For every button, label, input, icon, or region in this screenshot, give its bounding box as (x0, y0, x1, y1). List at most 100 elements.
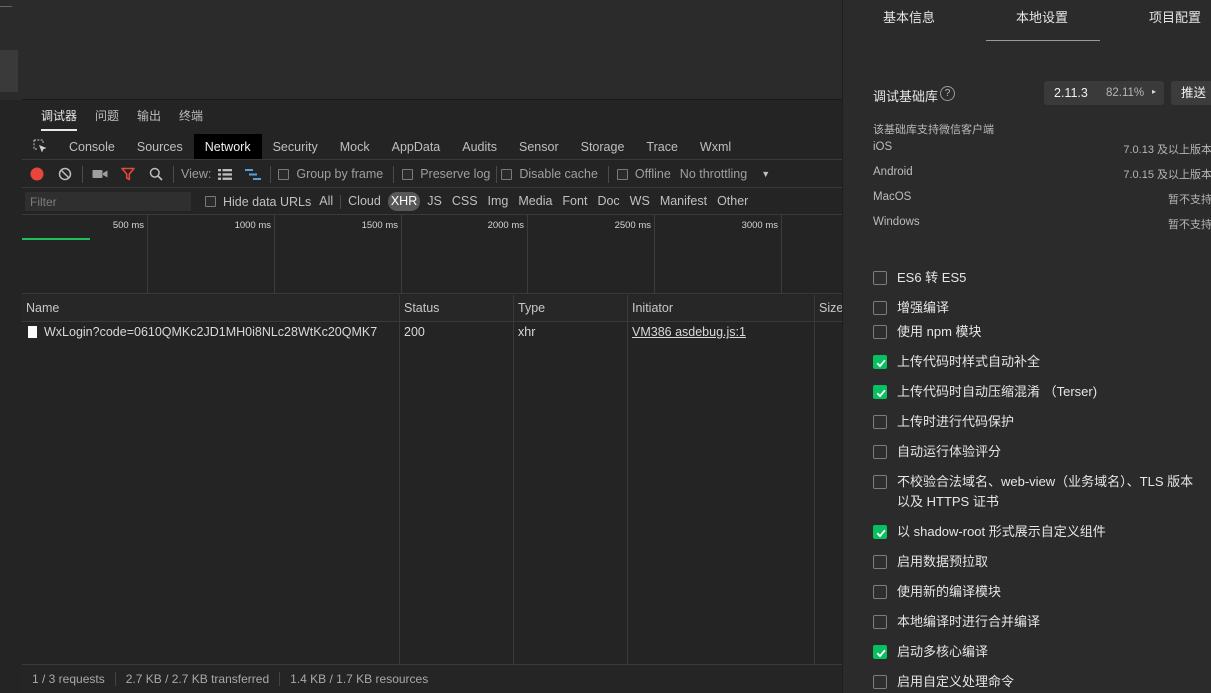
tab-sources[interactable]: Sources (126, 134, 194, 159)
tab-trace[interactable]: Trace (635, 134, 689, 159)
checkbox-checked[interactable] (873, 525, 887, 539)
filter-toggle-button[interactable] (114, 161, 142, 188)
tab-debugger[interactable]: 调试器 (32, 100, 86, 133)
checkbox-unchecked[interactable] (873, 301, 887, 315)
tab-basic-info[interactable]: 基本信息 (883, 0, 935, 40)
clear-button[interactable] (51, 161, 79, 188)
tab-problems[interactable]: 问题 (86, 100, 128, 133)
type-filter-manifest[interactable]: Manifest (657, 192, 710, 211)
checkbox-unchecked[interactable] (873, 675, 887, 689)
waterfall-view-button[interactable] (239, 161, 267, 188)
inspect-element-button[interactable] (22, 134, 58, 159)
active-tab-indicator (986, 40, 1100, 41)
tab-terminal[interactable]: 终端 (170, 100, 212, 133)
debug-lib-label: 调试基础库 (873, 89, 939, 104)
type-filter-other[interactable]: Other (714, 192, 751, 211)
checkbox-unchecked[interactable] (873, 615, 887, 629)
column-divider[interactable] (627, 295, 628, 664)
tab-console[interactable]: Console (58, 134, 126, 159)
os-support-value: 暂不支持 (1168, 219, 1211, 231)
overview-request-bar (22, 238, 90, 240)
help-icon[interactable]: ? (940, 86, 955, 101)
overview-tick-label: 3000 ms (741, 220, 778, 231)
tab-security[interactable]: Security (262, 134, 329, 159)
type-filter-cloud[interactable]: Cloud (345, 192, 384, 211)
checkbox-unchecked[interactable] (873, 445, 887, 459)
checkbox-unchecked[interactable] (873, 271, 887, 285)
push-button[interactable]: 推送 (1171, 81, 1211, 105)
overview-tick-label: 500 ms (112, 220, 144, 231)
filter-bar: Hide data URLs All Cloud XHR JS CSS Img … (22, 189, 842, 214)
debug-lib-version: 2.11.3 (1054, 86, 1088, 100)
large-rows-button[interactable] (211, 161, 239, 188)
checkbox-checked[interactable] (873, 645, 887, 659)
tab-audits[interactable]: Audits (451, 134, 508, 159)
group-by-frame-checkbox[interactable]: Group by frame (278, 167, 383, 181)
request-initiator-link[interactable]: VM386 asdebug.js:1 (632, 325, 746, 339)
offline-label: Offline (634, 167, 671, 181)
table-row[interactable]: WxLogin?code=0610QMKc2JD1MH0i8NLc28WtKc2… (22, 322, 842, 342)
network-overview[interactable]: 500 ms 1000 ms 1500 ms 2000 ms 2500 ms 3… (22, 214, 842, 294)
checkbox-unchecked[interactable] (873, 555, 887, 569)
tab-local-settings[interactable]: 本地设置 (1016, 0, 1068, 40)
column-header-size[interactable]: Size (815, 295, 842, 322)
type-filter-css[interactable]: CSS (449, 192, 481, 211)
tab-appdata[interactable]: AppData (381, 134, 452, 159)
request-name-cell: WxLogin?code=0610QMKc2JD1MH0i8NLc28WtKc2… (24, 322, 398, 342)
devtools-area: 调试器 问题 输出 终端 Console Sources Network Sec… (0, 0, 842, 693)
offline-checkbox[interactable]: Offline (616, 167, 671, 181)
throttling-select[interactable]: No throttling ▼ (680, 167, 770, 181)
request-type: xhr (518, 325, 536, 339)
checkbox-unchecked[interactable] (873, 325, 887, 339)
tab-mock[interactable]: Mock (329, 134, 381, 159)
debug-lib-select[interactable]: 2.11.3 82.11% ▸ (1044, 81, 1164, 105)
tab-project-config[interactable]: 项目配置 (1149, 0, 1201, 40)
checkbox-checked[interactable] (873, 355, 887, 369)
hide-data-urls-label: Hide data URLs (223, 194, 312, 209)
tab-sensor[interactable]: Sensor (508, 134, 570, 159)
checkbox-box (616, 168, 628, 180)
type-filter-xhr[interactable]: XHR (387, 192, 421, 211)
setting-label: ES6 转 ES5 (897, 270, 967, 285)
clear-icon (58, 167, 72, 181)
filter-input[interactable] (25, 192, 191, 211)
screenshot-button[interactable] (86, 161, 114, 188)
document-icon (28, 326, 37, 338)
disable-cache-checkbox[interactable]: Disable cache (501, 167, 598, 181)
overview-gridline: 1000 ms (148, 215, 275, 293)
type-filter-ws[interactable]: WS (627, 192, 653, 211)
type-filter-media[interactable]: Media (515, 192, 555, 211)
column-header-status[interactable]: Status (400, 295, 514, 322)
tab-output[interactable]: 输出 (128, 100, 170, 133)
tab-wxml[interactable]: Wxml (689, 134, 742, 159)
simulator-scroll-handle[interactable] (0, 50, 18, 92)
column-divider[interactable] (513, 295, 514, 664)
os-support-row: Windows 暂不支持 (873, 216, 1211, 236)
checkbox-unchecked[interactable] (873, 585, 887, 599)
hide-data-urls-checkbox[interactable]: Hide data URLs (205, 195, 311, 209)
tab-network[interactable]: Network (193, 134, 262, 159)
type-filter-all[interactable]: All (316, 192, 336, 211)
checkbox-unchecked[interactable] (873, 475, 887, 489)
preserve-log-checkbox[interactable]: Preserve log (402, 167, 490, 181)
column-divider[interactable] (399, 295, 400, 664)
simulator-edge (0, 0, 22, 100)
checkbox-box (402, 168, 414, 180)
search-icon (149, 167, 163, 181)
checkbox-unchecked[interactable] (873, 415, 887, 429)
column-divider[interactable] (814, 295, 815, 664)
search-button[interactable] (142, 161, 170, 188)
type-filter-js[interactable]: JS (424, 192, 445, 211)
type-filter-doc[interactable]: Doc (594, 192, 622, 211)
column-header-type[interactable]: Type (514, 295, 628, 322)
tab-storage[interactable]: Storage (570, 134, 636, 159)
column-header-name[interactable]: Name (22, 295, 400, 322)
setting-label: 本地编译时进行合并编译 (897, 614, 1041, 629)
type-filter-font[interactable]: Font (559, 192, 590, 211)
column-header-initiator[interactable]: Initiator (628, 295, 815, 322)
checkbox-checked[interactable] (873, 385, 887, 399)
checkmark-icon (876, 529, 886, 538)
os-support-row: MacOS 暂不支持 (873, 191, 1211, 211)
record-button[interactable] (23, 161, 51, 188)
type-filter-img[interactable]: Img (485, 192, 512, 211)
